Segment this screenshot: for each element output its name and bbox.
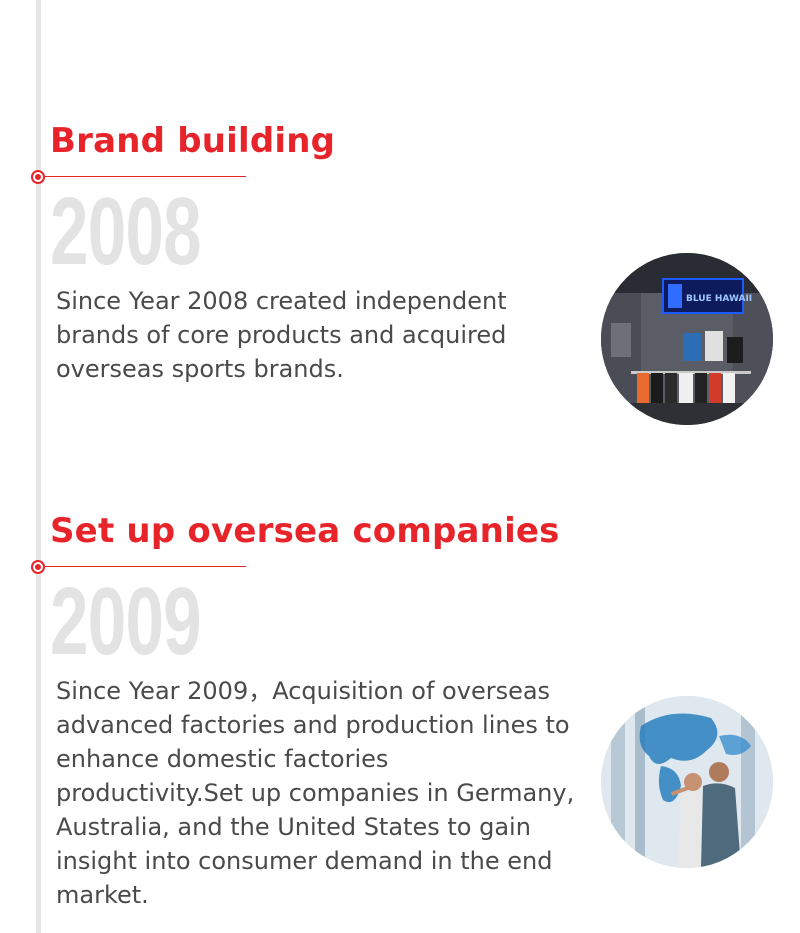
entry-title: Brand building [50,121,336,161]
store-sign-text: BLUE HAWAII [686,294,752,304]
marker-underline [45,176,246,177]
store-photo: BLUE HAWAII [601,253,773,425]
timeline-marker-icon [31,560,45,574]
entry-title: Set up oversea companies [50,511,560,551]
entry-year: 2009 [50,568,202,675]
entry-description: Since Year 2008 created independent bran… [56,287,507,383]
marker-underline [45,566,246,567]
timeline-line [36,0,41,933]
timeline-marker-icon [31,170,45,184]
world-map-people-photo [601,696,773,868]
entry-year: 2008 [50,178,202,285]
entry-description: Since Year 2009，Acquisition of overseas … [56,677,575,909]
